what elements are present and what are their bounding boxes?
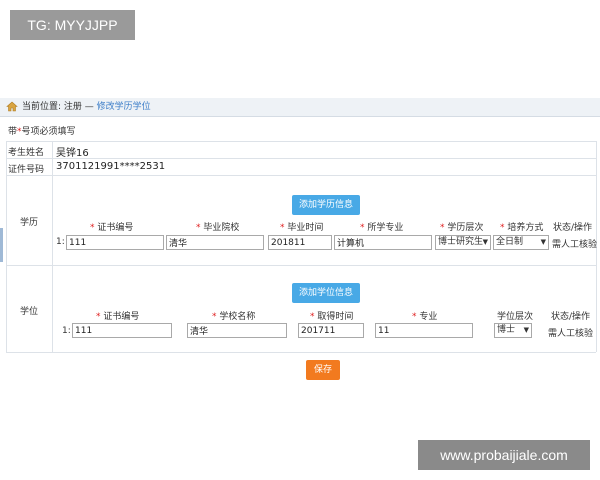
table-line xyxy=(6,158,596,159)
id-label: 证件号码 xyxy=(8,165,45,175)
chevron-down-icon: ▼ xyxy=(540,238,546,246)
required-note-prefix: 带 xyxy=(8,127,18,137)
required-note: 带*号项必须填写 xyxy=(8,124,76,137)
edu-level-value: 博士研究生 xyxy=(438,237,484,247)
edu-row-number: 1: xyxy=(56,237,65,247)
breadcrumb: 当前位置: 注册 — 修改学历学位 xyxy=(0,98,600,117)
edu-header-status: 状态/操作 xyxy=(553,223,593,233)
add-education-button[interactable]: 添加学历信息 xyxy=(292,195,360,215)
deg-obtain-time-input[interactable] xyxy=(298,323,364,338)
deg-status: 需人工核验 xyxy=(548,329,594,339)
home-icon[interactable] xyxy=(6,101,18,112)
edu-grad-time-input[interactable] xyxy=(268,235,332,250)
chevron-down-icon: ▼ xyxy=(482,238,488,246)
table-line xyxy=(6,175,596,176)
deg-major-input[interactable] xyxy=(375,323,473,338)
required-note-suffix: 号项必须填写 xyxy=(21,127,76,137)
table-line xyxy=(52,141,53,352)
deg-school-input[interactable] xyxy=(187,323,287,338)
edu-mode-select[interactable]: 全日制 ▼ xyxy=(493,235,549,250)
edu-header-grad-time: * 毕业时间 xyxy=(280,223,324,233)
edu-header-level: * 学历层次 xyxy=(440,223,484,233)
edu-major-input[interactable] xyxy=(334,235,432,250)
edu-school-input[interactable] xyxy=(166,235,264,250)
breadcrumb-prefix: 当前位置: 注册 — xyxy=(22,102,97,112)
table-line xyxy=(6,141,596,142)
chevron-down-icon: ▼ xyxy=(523,326,529,334)
save-button[interactable]: 保存 xyxy=(306,360,340,380)
name-label: 考生姓名 xyxy=(8,148,45,158)
deg-header-obtain-time: * 取得时间 xyxy=(310,312,354,322)
deg-header-cert-no: * 证书编号 xyxy=(96,312,140,322)
edu-header-school: * 毕业院校 xyxy=(196,223,240,233)
edu-level-select[interactable]: 博士研究生 ▼ xyxy=(435,235,491,250)
add-degree-button[interactable]: 添加学位信息 xyxy=(292,283,360,303)
edu-mode-value: 全日制 xyxy=(496,237,524,247)
table-line xyxy=(6,265,596,266)
deg-header-status: 状态/操作 xyxy=(551,312,591,322)
breadcrumb-text: 当前位置: 注册 — 修改学历学位 xyxy=(22,98,151,116)
tg-tag: TG: MYYJJPP xyxy=(10,10,135,40)
edu-cert-no-input[interactable] xyxy=(66,235,164,250)
edu-status: 需人工核验 xyxy=(552,240,598,250)
education-section-label: 学历 xyxy=(20,218,39,228)
table-line xyxy=(6,141,7,352)
degree-section-label: 学位 xyxy=(20,307,39,317)
edu-header-major: * 所学专业 xyxy=(360,223,404,233)
deg-level-select[interactable]: 博士 ▼ xyxy=(494,323,532,338)
id-value: 3701121991****2531 xyxy=(56,161,166,172)
deg-header-level: 学位层次 xyxy=(497,312,534,322)
left-edge-marker xyxy=(0,228,3,262)
deg-header-school: * 学校名称 xyxy=(212,312,256,322)
edu-header-mode: * 培养方式 xyxy=(500,223,544,233)
breadcrumb-current[interactable]: 修改学历学位 xyxy=(97,102,151,112)
name-value: 吴铧16 xyxy=(56,148,89,159)
deg-header-major: * 专业 xyxy=(412,312,438,322)
deg-level-value: 博士 xyxy=(497,325,516,335)
table-line xyxy=(6,352,596,353)
deg-cert-no-input[interactable] xyxy=(72,323,172,338)
site-watermark: www.probaijiale.com xyxy=(418,440,590,470)
edu-header-cert-no: * 证书编号 xyxy=(90,223,134,233)
deg-row-number: 1: xyxy=(62,326,71,336)
